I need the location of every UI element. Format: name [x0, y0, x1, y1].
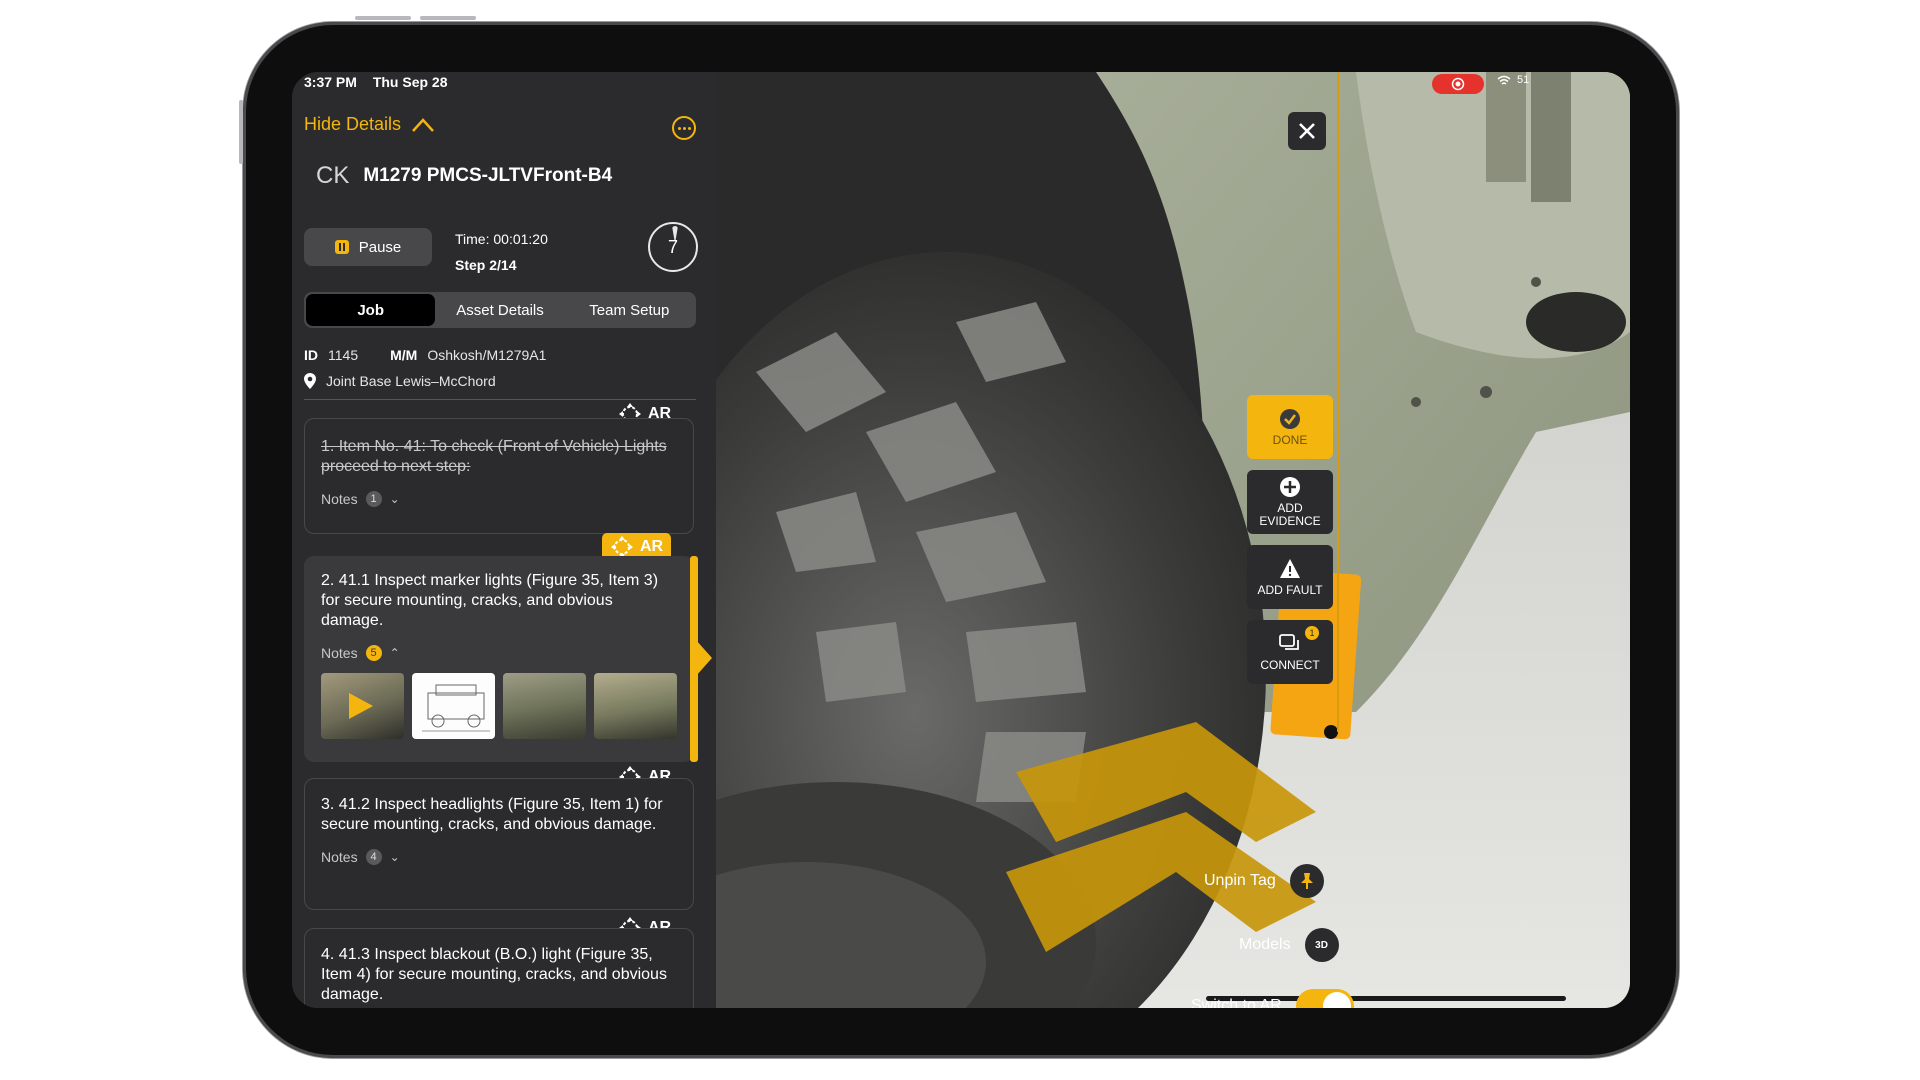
- switch-to-ar-label: Switch to AR: [1191, 997, 1282, 1008]
- close-icon: [1299, 123, 1315, 139]
- step-counter: Step 2/14: [455, 257, 517, 273]
- job-name: M1279 PMCS-JLTVFront-B4: [363, 165, 613, 186]
- 3d-models-icon: 3D: [1304, 928, 1339, 962]
- notes-toggle[interactable]: Notes 5 ⌃: [321, 645, 677, 661]
- assignee-initials: CK: [316, 162, 350, 189]
- side-button: [239, 100, 243, 164]
- hide-details-button[interactable]: Hide Details: [304, 114, 435, 135]
- chevron-up-icon: [412, 117, 434, 132]
- progress-gauge: 7: [648, 222, 698, 272]
- gauge-value: 7: [667, 236, 678, 257]
- step-card[interactable]: 3. 41.2 Inspect headlights (Figure 35, I…: [304, 778, 694, 910]
- pause-label: Pause: [358, 238, 402, 256]
- notes-count: 1: [365, 491, 382, 507]
- add-fault-label: ADD FAULT: [1257, 582, 1323, 597]
- video-thumbnail[interactable]: [321, 673, 404, 739]
- notes-count: 4: [365, 849, 382, 865]
- switch-to-ar-toggle[interactable]: [1295, 989, 1354, 1008]
- chevron-down-icon: ⌄: [389, 850, 400, 864]
- step-card-active[interactable]: 2. 41.1 Inspect marker lights (Figure 35…: [304, 556, 694, 762]
- connect-button[interactable]: CONNECT 1: [1247, 620, 1333, 684]
- play-icon: [349, 693, 373, 719]
- more-options-icon[interactable]: [672, 116, 696, 140]
- step-text: 1. Item No. 41: To check (Front of Vehic…: [321, 438, 667, 475]
- asset-meta: ID 1145 M/M Oshkosh/M1279A1 Joint Base L…: [304, 342, 546, 394]
- wifi-icon: [1497, 75, 1511, 85]
- detail-tabs: Job Asset Details Team Setup: [304, 292, 696, 328]
- mm-label: M/M: [390, 347, 418, 363]
- step-text: 2. 41.1 Inspect marker lights (Figure 35…: [321, 572, 659, 629]
- diagram-thumbnail[interactable]: [412, 673, 495, 739]
- unpin-tag-label: Unpin Tag: [1204, 872, 1276, 889]
- add-fault-button[interactable]: ADD FAULT: [1247, 545, 1333, 609]
- models-option[interactable]: Models 3D: [1239, 928, 1339, 962]
- recording-indicator: [1432, 74, 1484, 94]
- connect-badge: 1: [1305, 626, 1319, 640]
- evidence-thumbnails: [321, 673, 677, 739]
- notes-count: 5: [365, 645, 382, 661]
- plus-circle-icon: [1280, 477, 1300, 497]
- models-label: Models: [1239, 936, 1291, 953]
- asset-id: 1145: [328, 347, 359, 363]
- step-card[interactable]: 1. Item No. 41: To check (Front of Vehic…: [304, 418, 694, 534]
- active-step-arrow: [696, 640, 712, 676]
- system-icons: 51: [1497, 74, 1529, 86]
- ipad-screen: 3:37 PM Thu Sep 28 Hide Details CK M1279…: [292, 72, 1630, 1008]
- pin-icon: [1289, 864, 1324, 898]
- add-evidence-button[interactable]: ADD EVIDENCE: [1247, 470, 1333, 534]
- asset-location: Joint Base Lewis–McChord: [326, 373, 496, 389]
- tab-job[interactable]: Job: [306, 294, 436, 326]
- connect-label: CONNECT: [1260, 657, 1320, 672]
- step-text: 4. 41.3 Inspect blackout (B.O.) light (F…: [321, 946, 667, 1003]
- pause-button[interactable]: Pause: [304, 228, 432, 266]
- close-button[interactable]: [1288, 112, 1326, 150]
- tab-asset-details[interactable]: Asset Details: [435, 294, 564, 326]
- ar-camera-view[interactable]: [716, 72, 1630, 1008]
- location-pin-icon: [304, 373, 316, 389]
- checkmark-circle-icon: [1280, 408, 1300, 429]
- notes-label: Notes: [321, 849, 358, 865]
- status-bar: 3:37 PM Thu Sep 28: [304, 74, 460, 90]
- unpin-tag-option[interactable]: Unpin Tag: [1204, 864, 1324, 898]
- record-icon: [1451, 77, 1465, 91]
- camera-scene: [716, 72, 1630, 1008]
- notes-toggle[interactable]: Notes 1 ⌄: [321, 491, 677, 507]
- top-button: [355, 16, 411, 20]
- status-date: Thu Sep 28: [372, 74, 448, 90]
- job-timer: Time: 00:01:20 Step 2/14: [455, 226, 548, 278]
- vehicle-diagram: [422, 684, 490, 732]
- add-evidence-label: ADD EVIDENCE: [1259, 501, 1321, 528]
- 3d-models-icon-text: 3D: [1315, 939, 1328, 951]
- pause-icon: [334, 240, 349, 254]
- chat-bubbles-icon: [1279, 633, 1299, 650]
- top-button: [420, 16, 476, 20]
- details-panel: 3:37 PM Thu Sep 28 Hide Details CK M1279…: [292, 72, 716, 1008]
- chevron-down-icon: ⌄: [389, 492, 400, 506]
- warning-triangle-icon: [1280, 558, 1300, 578]
- hide-details-label: Hide Details: [304, 114, 402, 134]
- elapsed-time: Time: 00:01:20: [455, 231, 548, 247]
- battery-level: 51: [1517, 74, 1530, 86]
- photo-thumbnail[interactable]: [503, 673, 586, 739]
- step-text: 3. 41.2 Inspect headlights (Figure 35, I…: [321, 796, 663, 833]
- done-label: DONE: [1272, 432, 1308, 447]
- step-card[interactable]: 4. 41.3 Inspect blackout (B.O.) light (F…: [304, 928, 694, 1008]
- done-button[interactable]: DONE: [1247, 395, 1333, 459]
- tab-team-setup[interactable]: Team Setup: [565, 294, 694, 326]
- notes-label: Notes: [321, 645, 358, 661]
- chevron-up-icon: ⌃: [389, 646, 400, 660]
- asset-model: Oshkosh/M1279A1: [427, 347, 547, 363]
- photo-thumbnail[interactable]: [594, 673, 677, 739]
- id-label: ID: [304, 347, 318, 363]
- ar-label: AR: [640, 538, 664, 555]
- notes-label: Notes: [321, 491, 358, 507]
- job-title: CK M1279 PMCS-JLTVFront-B4: [316, 162, 612, 190]
- status-time: 3:37 PM: [304, 74, 357, 90]
- switch-to-ar-option[interactable]: Switch to AR: [1191, 989, 1354, 1008]
- notes-toggle[interactable]: Notes 4 ⌄: [321, 849, 677, 865]
